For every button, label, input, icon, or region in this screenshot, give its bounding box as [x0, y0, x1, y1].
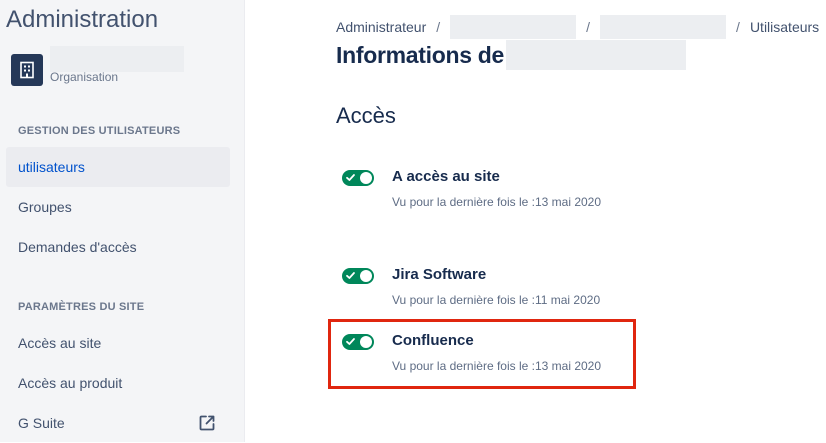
org-name-redacted [50, 46, 184, 72]
org-caption: Organisation [50, 70, 119, 84]
sidebar-item-label: Demandes d'accès [18, 239, 137, 255]
breadcrumb-users[interactable]: Utilisateurs [750, 19, 819, 35]
sidebar-item-site-access[interactable]: Accès au site [6, 323, 230, 363]
sidebar-item-label: utilisateurs [18, 159, 85, 175]
last-seen-text: Vu pour la dernière fois le :11 mai 2020 [392, 293, 601, 307]
product-name: A accès au site [392, 168, 500, 185]
breadcrumb: Administrateur / / / Utilisateurs [336, 15, 819, 39]
external-link-icon [198, 414, 216, 432]
breadcrumb-redacted-site[interactable] [600, 15, 727, 39]
section-header-user-management: GESTION DES UTILISATEURS [18, 125, 181, 137]
product-name: Jira Software [392, 266, 487, 283]
breadcrumb-separator: / [736, 19, 740, 35]
app-title: Administration [6, 6, 159, 33]
sidebar-item-label: Groupes [18, 199, 72, 215]
toggle-knob [360, 270, 372, 282]
access-row-jira: Jira Software Vu pour la dernière fois l… [342, 266, 642, 316]
sidebar-item-product-access[interactable]: Accès au produit [6, 363, 230, 403]
sidebar-item-label: Accès au produit [18, 375, 123, 391]
page-title: Informations de [336, 40, 687, 70]
sidebar-item-g-suite[interactable]: G Suite [6, 403, 230, 443]
sidebar-item-groups[interactable]: Groupes [6, 187, 230, 227]
check-icon [346, 174, 355, 181]
sidebar: Administration Organisation GESTION DES … [0, 0, 245, 442]
check-icon [346, 272, 355, 279]
section-header-site-settings: PARAMÈTRES DU SITE [18, 301, 145, 313]
breadcrumb-redacted-org[interactable] [450, 15, 577, 39]
access-section-title: Accès [336, 103, 396, 128]
jira-access-toggle[interactable] [342, 268, 374, 284]
breadcrumb-separator: / [436, 19, 441, 35]
page-title-text: Informations de [336, 41, 505, 68]
last-seen-text: Vu pour la dernière fois le :13 mai 2020 [392, 195, 602, 209]
user-name-redacted [506, 40, 687, 70]
confluence-highlight-box [328, 319, 636, 389]
building-icon [11, 54, 43, 86]
sidebar-item-label: G Suite [18, 415, 65, 431]
toggle-knob [360, 172, 372, 184]
access-row-site: A accès au site Vu pour la dernière fois… [342, 168, 642, 218]
breadcrumb-administrator[interactable]: Administrateur [336, 19, 426, 35]
sidebar-item-users[interactable]: utilisateurs [6, 147, 230, 187]
breadcrumb-separator: / [586, 19, 591, 35]
sidebar-item-label: Accès au site [18, 335, 102, 351]
site-access-toggle[interactable] [342, 170, 374, 186]
sidebar-item-access-requests[interactable]: Demandes d'accès [6, 227, 230, 267]
